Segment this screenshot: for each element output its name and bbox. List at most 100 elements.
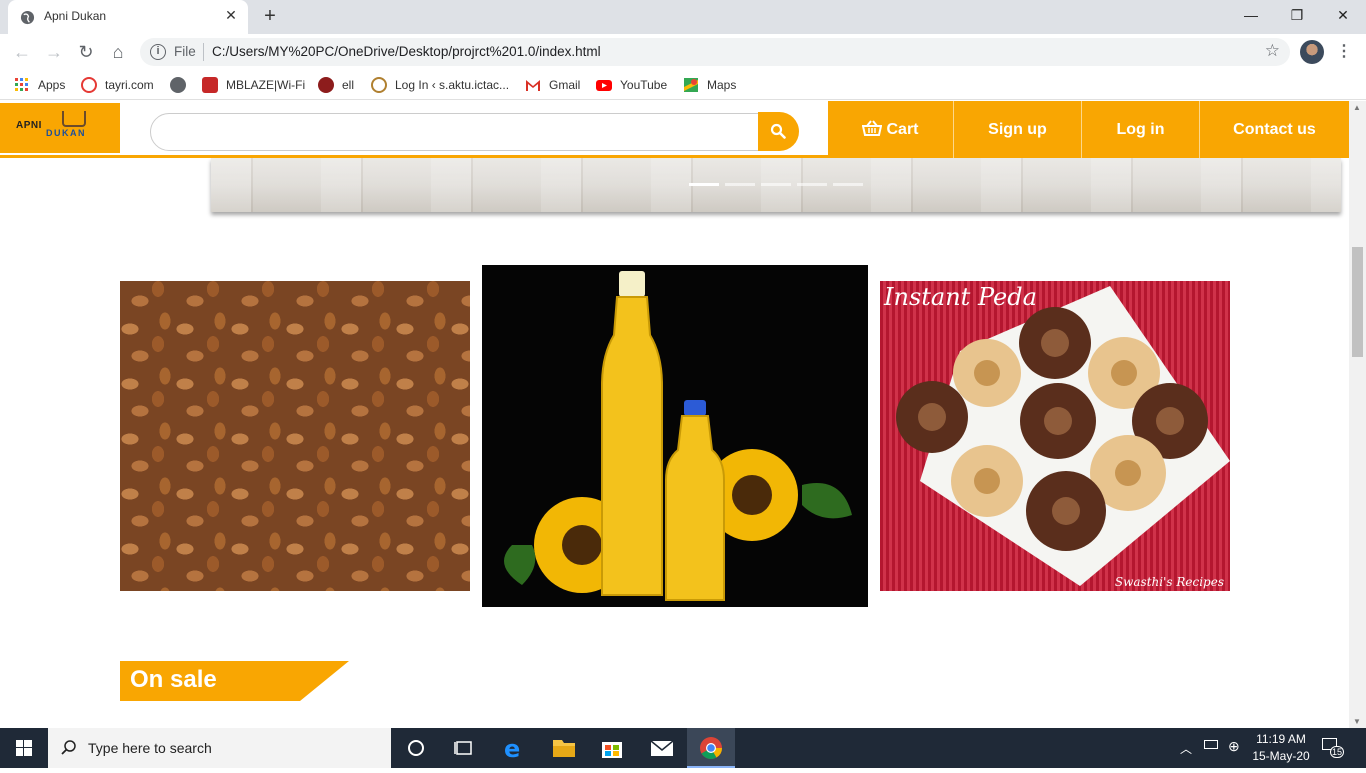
bookmark-ell[interactable]: ell: [318, 76, 354, 94]
bookmark-globe[interactable]: [170, 76, 194, 94]
bookmark-label: tayri.com: [105, 78, 154, 92]
bookmark-star-icon[interactable]: ☆: [1265, 41, 1280, 61]
file-explorer-icon[interactable]: [540, 728, 588, 768]
logo-text-bottom: DUKAN: [46, 128, 86, 138]
oil-bottles-illustration: [504, 271, 852, 601]
peda-credit: Swasthi's Recipes: [1114, 575, 1224, 589]
address-bar[interactable]: i File C:/Users/MY%20PC/OneDrive/Desktop…: [140, 38, 1290, 66]
bookmark-label: Gmail: [549, 78, 581, 92]
scrollbar-thumb[interactable]: [1352, 247, 1363, 357]
bookmark-aktu[interactable]: Log In ‹ s.aktu.ictac...: [371, 76, 509, 94]
globe-icon: [170, 77, 186, 93]
hero-banner: [211, 158, 1341, 212]
bookmark-tayri[interactable]: tayri.com: [81, 76, 154, 94]
carousel-indicator[interactable]: [833, 183, 863, 186]
info-icon[interactable]: i: [150, 44, 166, 60]
bookmark-label: Log In ‹ s.aktu.ictac...: [395, 78, 510, 92]
scroll-down-icon[interactable]: ▼: [1353, 717, 1361, 726]
nav-cart-label: Cart: [886, 121, 919, 138]
clock-time: 11:19 AM: [1256, 732, 1306, 746]
cortana-icon[interactable]: [392, 728, 440, 768]
taskbar-clock[interactable]: 11:19 AM 15-May-20: [1248, 731, 1314, 765]
svg-text:e: e: [504, 735, 520, 763]
site-logo[interactable]: APNI DUKAN: [0, 103, 120, 153]
browser-toolbar: ← → ↻ ⌂ i File C:/Users/MY%20PC/OneDrive…: [0, 34, 1366, 70]
carousel-indicator[interactable]: [761, 183, 791, 186]
nav-cart[interactable]: Cart: [828, 101, 954, 158]
bookmark-apps[interactable]: Apps: [14, 76, 65, 94]
browser-menu-icon[interactable]: ⋮: [1334, 40, 1354, 64]
home-icon[interactable]: ⌂: [106, 40, 130, 64]
peda-caption: Instant Peda: [884, 283, 1037, 311]
address-separator: [203, 43, 204, 61]
taskbar-search[interactable]: Type here to search: [48, 728, 391, 768]
nav-contact[interactable]: Contact us: [1200, 101, 1349, 158]
ell-icon: [318, 77, 334, 93]
reload-icon[interactable]: ↻: [74, 40, 98, 64]
search-icon: [61, 740, 76, 755]
bookmark-label: Maps: [707, 78, 737, 92]
gmail-icon: [526, 80, 540, 91]
notification-count: 15: [1330, 746, 1345, 758]
bookmark-label: MBLAZE|Wi-Fi: [226, 78, 306, 92]
header-accent-line: [0, 155, 828, 158]
task-view-icon[interactable]: [440, 728, 488, 768]
mail-icon[interactable]: [638, 728, 686, 768]
logo-text-top: APNI: [16, 120, 42, 131]
search-icon: [770, 123, 786, 139]
bookmark-label: ell: [342, 78, 355, 92]
tab-close-icon[interactable]: ✕: [222, 6, 240, 24]
search-button[interactable]: [758, 112, 799, 151]
apps-grid-icon: [15, 78, 28, 91]
url-scheme-label: File: [174, 44, 196, 59]
taskbar-search-text: Type here to search: [88, 740, 212, 756]
minimize-button[interactable]: —: [1228, 0, 1274, 32]
sunflower-oil-product-image[interactable]: [482, 265, 868, 607]
battery-icon[interactable]: [1204, 740, 1218, 749]
logo-cart-icon: [62, 111, 86, 127]
maps-icon: [684, 78, 698, 92]
youtube-icon: [596, 80, 612, 91]
back-arrow-icon[interactable]: ←: [10, 40, 34, 64]
web-page: APNI DUKAN Cart Sign up Log in Contact u…: [0, 101, 1349, 728]
browser-tab[interactable]: Apni Dukan ✕: [8, 0, 248, 34]
bookmark-maps[interactable]: Maps: [683, 76, 736, 94]
edge-icon[interactable]: e: [490, 728, 538, 768]
bookmark-mblaze[interactable]: MBLAZE|Wi-Fi: [202, 76, 305, 94]
new-tab-button[interactable]: +: [258, 5, 282, 29]
store-icon[interactable]: [588, 728, 636, 768]
bookmark-label: Apps: [38, 78, 66, 92]
url-text[interactable]: C:/Users/MY%20PC/OneDrive/Desktop/projrc…: [212, 44, 601, 59]
bookmark-youtube[interactable]: YouTube: [596, 76, 667, 94]
on-sale-label: On sale: [130, 666, 217, 693]
restore-button[interactable]: ❐: [1274, 0, 1320, 32]
windows-logo-icon: [16, 740, 32, 756]
tray-chevron-icon[interactable]: ︿: [1180, 740, 1192, 757]
on-sale-heading: On sale: [120, 661, 350, 701]
nav-signup[interactable]: Sign up: [954, 101, 1082, 158]
forward-arrow-icon[interactable]: →: [42, 40, 66, 64]
action-center-icon[interactable]: 15: [1322, 738, 1345, 758]
nav-login[interactable]: Log in: [1082, 101, 1200, 158]
start-button[interactable]: [0, 728, 48, 768]
clock-date: 15-May-20: [1252, 749, 1310, 763]
scroll-up-icon[interactable]: ▲: [1353, 103, 1361, 112]
almonds-product-image[interactable]: [120, 281, 470, 591]
browser-tab-strip: Apni Dukan ✕ + — ❐ ✕: [0, 0, 1366, 34]
network-globe-icon[interactable]: ⊕: [1228, 738, 1240, 755]
bookmarks-bar: Apps tayri.com MBLAZE|Wi-Fi ell Log In ‹…: [0, 70, 1366, 100]
close-window-button[interactable]: ✕: [1320, 0, 1366, 32]
carousel-indicator[interactable]: [689, 183, 719, 186]
search-input[interactable]: [150, 113, 770, 151]
basket-icon: [862, 120, 883, 136]
tab-title: Apni Dukan: [44, 9, 107, 23]
carousel-indicator[interactable]: [725, 183, 755, 186]
peda-product-image[interactable]: Instant Peda Swasthi's Recipes: [880, 281, 1230, 591]
chrome-icon[interactable]: [687, 728, 735, 768]
page-scrollbar[interactable]: ▲ ▼: [1349, 101, 1366, 728]
bookmark-gmail[interactable]: Gmail: [525, 76, 580, 94]
site-nav: Cart Sign up Log in Contact us: [828, 101, 1349, 158]
carousel-indicator[interactable]: [797, 183, 827, 186]
profile-avatar[interactable]: [1300, 40, 1324, 64]
site-header: APNI DUKAN Cart Sign up Log in Contact u…: [0, 101, 1349, 158]
